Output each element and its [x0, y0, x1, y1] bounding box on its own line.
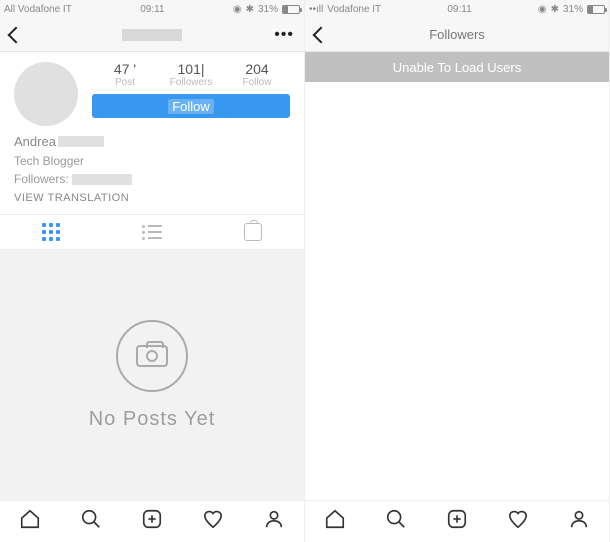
followers-redacted	[72, 174, 132, 185]
tagged-icon	[244, 223, 262, 241]
bluetooth-icon: ✱	[551, 4, 559, 15]
bio-tagline: Tech Blogger	[14, 152, 290, 170]
heart-icon	[202, 508, 224, 535]
empty-text: No Posts Yet	[89, 408, 216, 431]
profile-summary: 47 ' Post 101| Followers 204 Follow Foll…	[0, 52, 304, 132]
nav-activity[interactable]	[200, 509, 226, 535]
carrier-label: All Vodafone IT	[4, 4, 72, 15]
profile-icon	[263, 508, 285, 535]
bio-section: Andrea Tech Blogger Followers: VIEW TRAN…	[0, 132, 304, 214]
back-icon[interactable]	[313, 26, 330, 43]
stats-row: 47 ' Post 101| Followers 204 Follow	[92, 62, 290, 88]
nav-search[interactable]	[383, 509, 409, 535]
more-icon[interactable]: •••	[274, 26, 294, 44]
home-icon	[324, 508, 346, 535]
battery-percent: 31%	[563, 4, 583, 15]
status-bar: All Vodafone IT 09:11 ◉ ✱ 31%	[0, 0, 304, 18]
bluetooth-icon: ✱	[246, 4, 254, 15]
avatar[interactable]	[14, 62, 78, 126]
carrier-label: Vodafone IT	[327, 4, 381, 15]
search-icon	[385, 508, 407, 535]
profile-icon	[568, 508, 590, 535]
nav-home[interactable]	[322, 509, 348, 535]
battery-icon	[587, 5, 605, 14]
view-mode-tabs	[0, 214, 304, 250]
camera-icon	[116, 320, 188, 392]
username-redacted	[122, 29, 182, 41]
plus-icon	[446, 508, 468, 535]
stat-posts[interactable]: 47 ' Post	[92, 62, 158, 88]
tab-tagged[interactable]	[203, 215, 304, 249]
nav-profile[interactable]	[566, 509, 592, 535]
page-title: Followers	[429, 27, 485, 42]
stat-followers[interactable]: 101| Followers	[158, 62, 224, 88]
bio-followers-line: Followers:	[14, 170, 290, 188]
nav-add[interactable]	[444, 509, 470, 535]
phone-right: ••ıll Vodafone IT 09:11 ◉ ✱ 31% Follower…	[305, 0, 610, 542]
location-icon: ◉	[538, 4, 547, 15]
back-icon[interactable]	[8, 26, 25, 43]
empty-posts-area: No Posts Yet	[0, 250, 304, 500]
search-icon	[80, 508, 102, 535]
phone-left: All Vodafone IT 09:11 ◉ ✱ 31% ••• 47 ' P…	[0, 0, 305, 542]
nav-add[interactable]	[139, 509, 165, 535]
nav-search[interactable]	[78, 509, 104, 535]
follow-button[interactable]: Follow	[92, 94, 290, 118]
battery-icon	[282, 5, 300, 14]
heart-icon	[507, 508, 529, 535]
clock: 09:11	[140, 4, 164, 15]
empty-followers-list	[305, 82, 609, 500]
followers-header: Followers	[305, 18, 609, 52]
clock: 09:11	[447, 4, 471, 15]
tab-list[interactable]	[101, 215, 202, 249]
nav-home[interactable]	[17, 509, 43, 535]
bottom-nav	[305, 500, 609, 542]
grid-icon	[42, 223, 60, 241]
name-redacted	[58, 136, 104, 147]
nav-activity[interactable]	[505, 509, 531, 535]
list-icon	[142, 225, 162, 240]
nav-profile[interactable]	[261, 509, 287, 535]
error-banner: Unable To Load Users	[305, 52, 609, 82]
stat-following[interactable]: 204 Follow	[224, 62, 290, 88]
display-name: Andrea	[14, 132, 290, 152]
battery-percent: 31%	[258, 4, 278, 15]
location-icon: ◉	[233, 4, 242, 15]
view-translation-link[interactable]: VIEW TRANSLATION	[14, 190, 290, 207]
profile-header: •••	[0, 18, 304, 52]
status-bar: ••ıll Vodafone IT 09:11 ◉ ✱ 31%	[305, 0, 609, 18]
signal-icon: ••ıll	[309, 4, 323, 15]
bottom-nav	[0, 500, 304, 542]
tab-grid[interactable]	[0, 215, 101, 249]
home-icon	[19, 508, 41, 535]
plus-icon	[141, 508, 163, 535]
